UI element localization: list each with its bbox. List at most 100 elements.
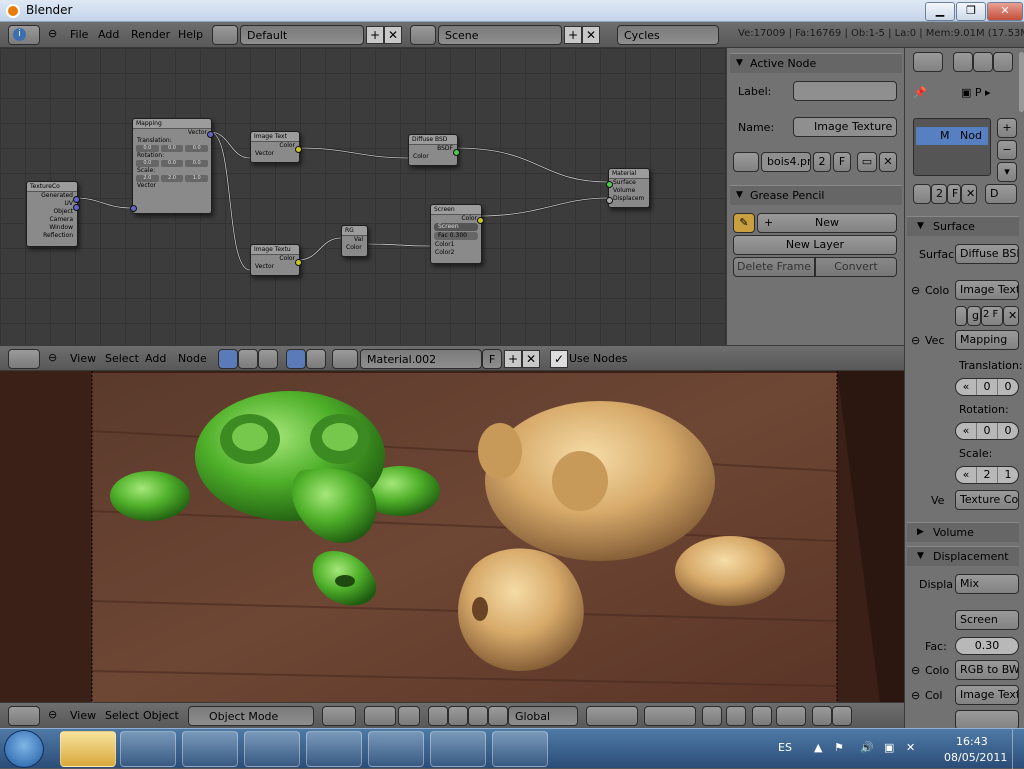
scale-manipulator-icon[interactable] (468, 706, 488, 726)
socket-icon[interactable] (73, 204, 80, 211)
node-diffuse-bsdf[interactable]: Diffuse BSD BSDF Color (408, 134, 460, 166)
collapse-icon[interactable]: ⊖ (911, 664, 920, 677)
add-scene-icon[interactable]: + (564, 26, 582, 44)
maximize-button[interactable]: ❐ (956, 2, 986, 21)
3d-viewport[interactable] (0, 371, 904, 702)
taskbar-app2-button[interactable] (430, 731, 486, 767)
add-screen-icon[interactable]: + (366, 26, 384, 44)
snap-element-icon[interactable] (776, 706, 806, 726)
image-name-field[interactable]: g (967, 306, 981, 326)
color-input-select[interactable]: Image Textur (955, 280, 1019, 300)
material-browse-icon[interactable] (913, 184, 931, 204)
socket-icon[interactable] (295, 146, 302, 153)
sidebar-scrollbar[interactable] (1019, 52, 1024, 112)
node-material-output[interactable]: Material Surface Volume Displacem (606, 168, 650, 208)
material-slot-list[interactable]: M Nod (913, 118, 991, 176)
taskbar-blender-button[interactable] (182, 731, 238, 767)
menu-view[interactable]: View (70, 709, 96, 722)
object-mode-select[interactable]: Object Mode (188, 706, 314, 726)
new-layer-button[interactable]: New Layer (733, 235, 897, 255)
unlink-image-icon[interactable]: ✕ (1003, 306, 1019, 326)
clock-time[interactable]: 16:43 (956, 735, 988, 748)
screen-layout-icon[interactable] (212, 25, 238, 45)
translation-field[interactable]: «0 0 (955, 378, 1019, 396)
viewport-shading-select[interactable] (322, 706, 356, 726)
manipulator-toggle[interactable] (398, 706, 420, 726)
collapse-menu-icon[interactable]: ⊖ (48, 708, 57, 721)
snap-icon[interactable] (752, 706, 772, 726)
displacement-select[interactable]: Mix (955, 574, 1019, 594)
image-browse-icon[interactable] (733, 152, 759, 172)
collapse-icon[interactable]: ⊖ (911, 334, 920, 347)
texture-coord-select[interactable]: Texture Coor (955, 490, 1019, 510)
socket-icon[interactable] (477, 217, 484, 224)
node-image-texture-2[interactable]: Image Textu Color Vector (250, 244, 302, 276)
proportional-edit-icon[interactable] (726, 706, 746, 726)
close-button[interactable]: ✕ (987, 2, 1023, 21)
socket-icon[interactable] (606, 197, 613, 204)
collapse-icon[interactable]: ⊖ (911, 284, 920, 297)
image-name-field[interactable]: bois4.png (761, 152, 811, 172)
material-browse-icon[interactable] (332, 349, 358, 369)
menu-render[interactable]: Render (131, 28, 170, 41)
network-icon[interactable]: ▣ (884, 741, 894, 754)
remove-scene-icon[interactable]: ✕ (582, 26, 600, 44)
node-rgb-to-bw[interactable]: RG Val Color (341, 225, 368, 257)
open-image-icon[interactable]: ▭ (857, 152, 877, 172)
lock-layers-icon[interactable] (702, 706, 722, 726)
rotation-values[interactable]: 0.0 0.0 0.0 (133, 160, 211, 167)
material-fake-user-button[interactable]: F (482, 349, 502, 369)
remove-material-icon[interactable]: ✕ (522, 350, 540, 368)
label-field[interactable] (793, 81, 897, 101)
render-tab-icon[interactable] (953, 52, 973, 72)
usb-icon[interactable]: ✕ (906, 741, 915, 754)
shader-nodes-icon[interactable] (218, 349, 238, 369)
menu-node[interactable]: Node (178, 352, 207, 365)
texture-nodes-icon[interactable] (238, 349, 258, 369)
socket-icon[interactable] (207, 131, 214, 138)
scale-icon[interactable] (488, 706, 508, 726)
minimize-button[interactable]: ▁ (925, 2, 955, 21)
screen-layout-field[interactable]: Default (240, 25, 364, 45)
delete-frame-button[interactable]: Delete Frame (733, 257, 815, 277)
node-editor[interactable]: TextureCo Generated UV Object Camera Win… (0, 48, 726, 345)
taskbar-blender2-button[interactable] (306, 731, 362, 767)
convert-button[interactable]: Convert (815, 257, 897, 277)
menu-add[interactable]: Add (98, 28, 119, 41)
collapse-menu-icon[interactable]: ⊖ (48, 27, 57, 40)
blend-mode-select[interactable]: Screen (434, 223, 478, 231)
world-tab-icon[interactable] (993, 52, 1013, 72)
world-shader-icon[interactable] (306, 349, 326, 369)
socket-icon[interactable] (453, 149, 460, 156)
transform-orientation-select[interactable]: Global (508, 706, 578, 726)
render-engine-select[interactable]: Cycles (617, 25, 719, 45)
taskbar-media-player-button[interactable] (120, 731, 176, 767)
unlink-image-icon[interactable]: ✕ (879, 152, 897, 172)
socket-icon[interactable] (73, 196, 80, 203)
vector-input-select[interactable]: Mapping (955, 330, 1019, 350)
rotation-field[interactable]: «0 0 (955, 422, 1019, 440)
action-center-icon[interactable]: ⚑ (834, 741, 844, 754)
render-still-icon[interactable] (812, 706, 832, 726)
blend-mode-select[interactable]: Screen (955, 610, 1019, 630)
remove-slot-button[interactable]: − (997, 140, 1017, 160)
collapse-icon[interactable]: ⊖ (911, 689, 920, 702)
use-nodes-checkbox[interactable]: ✓ (550, 350, 568, 368)
remove-material-icon[interactable]: ✕ (961, 184, 977, 204)
node-texture-coordinate[interactable]: TextureCo Generated UV Object Camera Win… (26, 181, 80, 247)
node-editor-type-button[interactable] (8, 349, 40, 369)
node-mapping[interactable]: Mapping Vector Translation: 0.0 0.0 0.0 Ro… (130, 118, 214, 214)
node-image-texture-1[interactable]: Image Text Color Vector (250, 131, 302, 163)
pivot-point-select[interactable] (364, 706, 396, 726)
show-desktop-button[interactable] (1012, 729, 1024, 769)
volume-icon[interactable]: 🔊 (860, 741, 874, 754)
socket-icon[interactable] (606, 181, 613, 188)
taskbar-ie-button[interactable] (244, 731, 300, 767)
menu-select[interactable]: Select (105, 709, 139, 722)
material-name-field[interactable]: Material.002 (360, 349, 482, 369)
pencil-icon[interactable]: ✎ (733, 213, 755, 233)
info-editor-type-button[interactable]: i (8, 25, 40, 45)
color1-input-select[interactable]: RGB to BW (955, 660, 1019, 680)
active-node-panel-header[interactable]: ▼ Active Node (730, 53, 902, 73)
viewport-editor-type-button[interactable] (8, 706, 40, 726)
